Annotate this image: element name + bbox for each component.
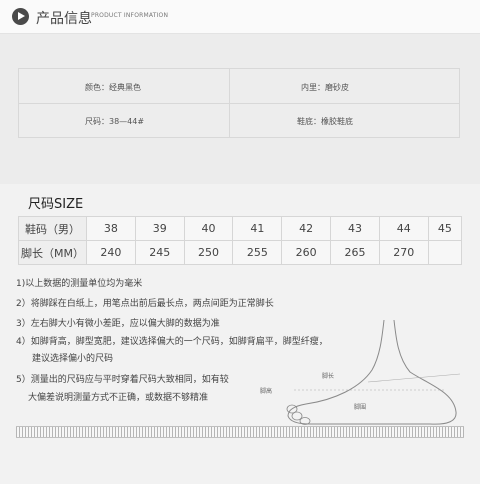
- size-cell: 42: [281, 216, 332, 241]
- size-chart-title: 尺码SIZE: [28, 197, 84, 212]
- table-row: 鞋码（男） 38 39 40 41 42 43 44 45: [18, 216, 463, 241]
- measuring-ruler: [16, 426, 464, 438]
- lining-info: 内里：磨砂皮: [301, 83, 349, 92]
- length-cell: 265: [330, 240, 380, 265]
- play-icon: [12, 8, 29, 25]
- note-line: 5）测量出的尺码应与平时穿着尺码大致相同，如有较: [16, 375, 229, 385]
- length-cell: [427, 240, 463, 265]
- foot-height-label: 脚高: [260, 388, 273, 395]
- section-header: 产品信息 PRODUCT INFORMATION: [0, 0, 480, 34]
- size-cell: 44: [378, 216, 429, 241]
- section-title: 产品信息: [36, 11, 92, 27]
- size-cell: 43: [330, 216, 380, 241]
- foot-length-label: 脚长: [322, 373, 335, 380]
- section-subtitle: PRODUCT INFORMATION: [91, 12, 169, 19]
- product-info-table: 颜色：经典黑色 内里：磨砂皮 尺码：38—44# 鞋底：橡胶鞋底: [18, 68, 460, 138]
- size-table: 鞋码（男） 38 39 40 41 42 43 44 45 脚长（MM） 240…: [18, 216, 463, 265]
- length-cell: 255: [232, 240, 283, 265]
- size-cell: 45: [427, 216, 463, 241]
- table-row: 脚长（MM） 240 245 250 255 260 265 270: [18, 240, 463, 265]
- shoe-size-header: 鞋码（男）: [18, 216, 87, 241]
- length-cell: 270: [378, 240, 429, 265]
- note-line: 3）左右脚大小有微小差距，应以偏大脚的数据为准: [16, 319, 220, 329]
- size-cell: 41: [232, 216, 283, 241]
- note-line: 建议选择偏小的尺码: [32, 354, 114, 364]
- size-cell: 40: [183, 216, 234, 241]
- length-cell: 260: [281, 240, 332, 265]
- table-divider: [19, 103, 459, 104]
- foot-diagram: 脚长 脚高 脚围: [250, 318, 470, 428]
- note-line: 2）将脚踩在白纸上，用笔点出前后最长点，两点间距为正常脚长: [16, 299, 274, 309]
- sole-info: 鞋底：橡胶鞋底: [297, 117, 353, 126]
- color-info: 颜色：经典黑色: [85, 83, 141, 92]
- foot-girth-label: 脚围: [354, 404, 367, 411]
- length-cell: 245: [134, 240, 185, 265]
- note-line: 1)以上数据的测量单位均为毫米: [16, 279, 143, 289]
- foot-length-header: 脚长（MM）: [18, 240, 87, 265]
- size-range-info: 尺码：38—44#: [85, 117, 145, 126]
- length-cell: 250: [183, 240, 234, 265]
- note-line: 大偏差说明测量方式不正确，或数据不够精准: [28, 393, 209, 403]
- foot-outline-icon: [286, 319, 461, 425]
- size-cell: 38: [86, 216, 136, 241]
- length-cell: 240: [86, 240, 136, 265]
- size-cell: 39: [134, 216, 185, 241]
